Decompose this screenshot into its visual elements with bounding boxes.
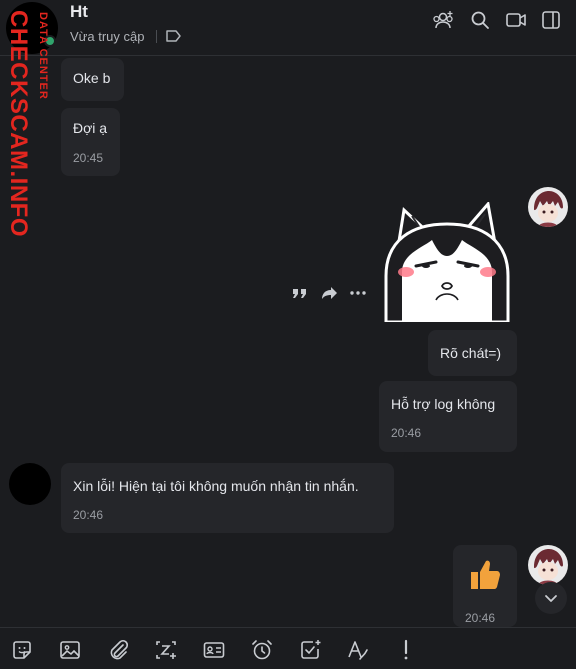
- attachment-icon[interactable]: [106, 638, 130, 662]
- auto-resize-icon[interactable]: [154, 638, 178, 662]
- message-bubble-sent[interactable]: 20:46: [453, 545, 517, 627]
- message-bubble-received[interactable]: Đợi ạ 20:45: [61, 108, 120, 176]
- chevron-down-icon: [545, 595, 557, 602]
- message-text: Oke b: [73, 70, 111, 86]
- status-divider: [156, 30, 157, 43]
- scroll-to-bottom-button[interactable]: [535, 582, 567, 614]
- my-avatar[interactable]: [528, 187, 568, 227]
- task-icon[interactable]: [298, 638, 322, 662]
- tag-icon[interactable]: [165, 28, 183, 44]
- search-icon[interactable]: [469, 9, 491, 31]
- urgent-icon[interactable]: [394, 638, 418, 662]
- add-group-icon[interactable]: [432, 9, 454, 31]
- cat-sticker[interactable]: [382, 202, 512, 322]
- message-bubble-sent[interactable]: Rõ chát=): [428, 330, 517, 376]
- video-call-icon[interactable]: [505, 9, 527, 31]
- text-format-icon[interactable]: [346, 638, 370, 662]
- chat-header: Ht Vừa truy cập: [0, 0, 576, 56]
- message-time: 20:46: [391, 426, 422, 440]
- forward-icon[interactable]: [320, 283, 340, 303]
- more-icon[interactable]: [348, 283, 368, 303]
- sticker-icon[interactable]: [10, 638, 34, 662]
- message-time: 20:45: [73, 151, 104, 165]
- message-actions: [284, 278, 376, 308]
- like-icon: [471, 560, 500, 589]
- message-time: 20:46: [465, 611, 496, 625]
- message-text: Đợi ạ: [73, 120, 108, 136]
- message-text: Hỗ trợ log không: [391, 396, 496, 412]
- contact-name[interactable]: Ht: [70, 2, 88, 22]
- sidebar-toggle-icon[interactable]: [540, 9, 562, 31]
- message-bubble-received[interactable]: Oke b: [61, 58, 124, 101]
- message-text: Rõ chát=): [440, 345, 502, 361]
- message-text: Xin lỗi! Hiện tại tôi không muốn nhận ti…: [73, 478, 359, 494]
- image-icon[interactable]: [58, 638, 82, 662]
- my-avatar[interactable]: [528, 545, 568, 585]
- message-bubble-received[interactable]: Xin lỗi! Hiện tại tôi không muốn nhận ti…: [61, 463, 394, 533]
- message-bubble-sent[interactable]: Hỗ trợ log không 20:46: [379, 381, 517, 452]
- contact-avatar-small[interactable]: [9, 463, 51, 505]
- avatar-illustration: [534, 549, 563, 585]
- watermark-text: CHECKSCAM.INFO: [5, 10, 32, 237]
- message-time: 20:46: [73, 508, 104, 522]
- composer-toolbar: [0, 627, 576, 669]
- avatar-illustration: [534, 191, 563, 227]
- quote-icon[interactable]: [290, 283, 310, 303]
- watermark-subtitle: DATA CENTER: [37, 12, 49, 100]
- contact-card-icon[interactable]: [202, 638, 226, 662]
- reminder-icon[interactable]: [250, 638, 274, 662]
- contact-status: Vừa truy cập: [70, 29, 145, 44]
